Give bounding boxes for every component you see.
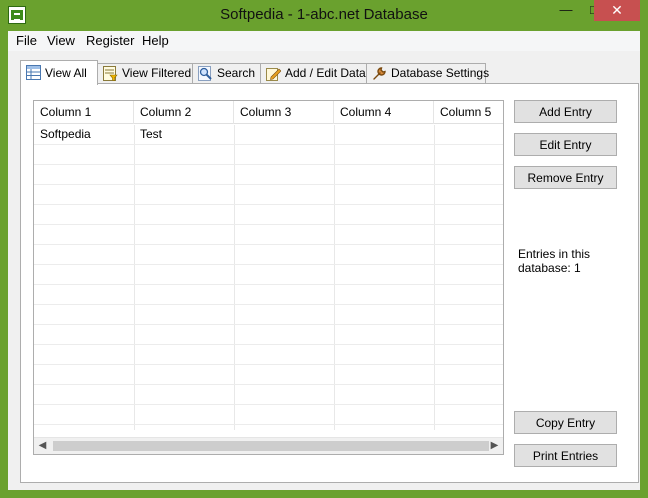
copy-entry-button[interactable]: Copy Entry — [514, 411, 617, 434]
tab-search[interactable]: Search — [192, 63, 261, 84]
menu-help[interactable]: Help — [142, 33, 169, 48]
menu-register[interactable]: Register — [86, 33, 134, 48]
tab-label: View All — [45, 66, 87, 80]
table-cell[interactable] — [234, 125, 334, 145]
app-window: Softpedia - 1-abc.net Database — □ ✕ Fil… — [0, 0, 648, 498]
tab-label: View Filtered — [122, 66, 192, 80]
scroll-right-arrow-icon[interactable]: ▶ — [486, 438, 503, 454]
empty-row — [34, 305, 503, 325]
client-area: File View Register Help View All View Fi… — [8, 31, 640, 490]
empty-row — [34, 145, 503, 165]
column-header[interactable]: Column 3 — [234, 101, 334, 124]
column-header[interactable]: Column 2 — [134, 101, 234, 124]
filter-icon — [103, 66, 118, 81]
table-cell[interactable]: Softpedia — [34, 125, 134, 145]
tab-view-filtered[interactable]: View Filtered — [97, 63, 193, 84]
empty-row — [34, 325, 503, 345]
empty-row — [34, 245, 503, 265]
column-header[interactable]: Column 1 — [34, 101, 134, 124]
tab-label: Search — [217, 66, 256, 80]
empty-row — [34, 285, 503, 305]
magnifier-icon — [198, 66, 212, 81]
close-button[interactable]: ✕ — [594, 0, 640, 21]
horizontal-scrollbar[interactable]: ◀ ▶ — [34, 437, 503, 454]
data-grid[interactable]: Column 1 Column 2 Column 3 Column 4 Colu… — [33, 100, 504, 455]
column-header[interactable]: Column 5 — [434, 101, 503, 124]
empty-row — [34, 205, 503, 225]
tab-add-edit-data[interactable]: Add / Edit Data — [260, 63, 367, 84]
tab-strip: View All View Filtered Search Add / Edit… — [8, 60, 640, 85]
table-cell[interactable] — [334, 125, 434, 145]
empty-row — [34, 365, 503, 385]
wrench-icon — [373, 67, 386, 80]
empty-row — [34, 265, 503, 285]
tab-view-all[interactable]: View All — [20, 60, 98, 85]
table-row[interactable]: Softpedia Test — [34, 125, 503, 145]
empty-row — [34, 185, 503, 205]
empty-row — [34, 385, 503, 405]
scrollbar-thumb[interactable] — [53, 441, 489, 451]
menu-bar: File View Register Help — [8, 31, 640, 51]
edit-entry-button[interactable]: Edit Entry — [514, 133, 617, 156]
entries-count-text: Entries in this database: 1 — [518, 247, 591, 275]
grid-body: Softpedia Test — [34, 125, 503, 430]
minimize-button[interactable]: — — [552, 0, 580, 21]
table-icon — [26, 65, 41, 80]
table-cell[interactable] — [434, 125, 503, 145]
empty-row — [34, 405, 503, 425]
scroll-left-arrow-icon[interactable]: ◀ — [34, 438, 51, 454]
table-cell[interactable]: Test — [134, 125, 234, 145]
tab-database-settings[interactable]: Database Settings — [366, 63, 490, 84]
window-title: Softpedia - 1-abc.net Database — [220, 6, 428, 23]
column-header[interactable]: Column 4 — [334, 101, 434, 124]
empty-row — [34, 225, 503, 245]
tab-panel-view-all: Column 1 Column 2 Column 3 Column 4 Colu… — [20, 83, 639, 483]
tab-label: Add / Edit Data — [285, 66, 366, 80]
remove-entry-button[interactable]: Remove Entry — [514, 166, 617, 189]
print-entries-button[interactable]: Print Entries — [514, 444, 617, 467]
menu-file[interactable]: File — [16, 33, 37, 48]
menu-view[interactable]: View — [47, 33, 75, 48]
empty-row — [34, 345, 503, 365]
tab-label: Database Settings — [391, 66, 490, 80]
edit-pencil-icon — [266, 68, 281, 81]
title-bar[interactable]: Softpedia - 1-abc.net Database — □ ✕ — [0, 0, 648, 31]
empty-row — [34, 165, 503, 185]
add-entry-button[interactable]: Add Entry — [514, 100, 617, 123]
grid-header: Column 1 Column 2 Column 3 Column 4 Colu… — [34, 101, 503, 124]
